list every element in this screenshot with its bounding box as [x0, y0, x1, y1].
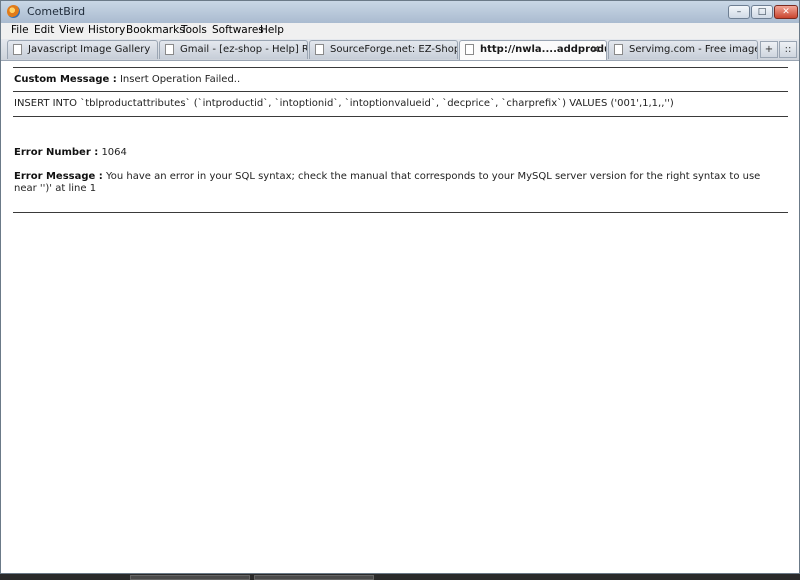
menu-bookmarks[interactable]: Bookmarks [126, 24, 185, 36]
error-message-line: Error Message : You have an error in you… [14, 171, 784, 195]
tab-label: SourceForge.net: EZ-Shop (O... [330, 44, 458, 55]
menu-help[interactable]: Help [260, 24, 284, 36]
maximize-button[interactable]: □ [751, 5, 773, 19]
taskbar-button[interactable] [254, 575, 374, 580]
tab-addproduct-active[interactable]: http://nwla....addproduct ✕ [459, 40, 607, 60]
divider [13, 91, 788, 92]
menu-tools[interactable]: Tools [181, 24, 207, 36]
browser-window: CometBird – □ ✕ File Edit View History B… [0, 0, 800, 574]
divider [13, 212, 788, 213]
menu-file[interactable]: File [11, 24, 29, 36]
error-number-label: Error Number : [14, 147, 99, 158]
list-all-tabs-button[interactable]: :: [779, 41, 797, 58]
page-icon [465, 44, 474, 55]
error-number-line: Error Number : 1064 [14, 147, 127, 158]
custom-message-value: Insert Operation Failed.. [119, 74, 241, 85]
tab-label: Javascript Image Gallery [28, 44, 151, 55]
custom-message-label: Custom Message : [14, 74, 117, 85]
page-content: Custom Message : Insert Operation Failed… [1, 61, 799, 573]
taskbar-button[interactable] [130, 575, 250, 580]
error-message-label: Error Message : [14, 171, 103, 182]
page-icon [13, 44, 22, 55]
tab-bar: Javascript Image Gallery Gmail - [ez-sho… [1, 39, 799, 61]
menu-bar: File Edit View History Bookmarks Tools S… [1, 23, 799, 39]
tab-label: http://nwla....addproduct [480, 44, 606, 55]
sql-query: INSERT INTO `tblproductattributes` (`int… [14, 98, 674, 109]
tab-servimg[interactable]: Servimg.com - Free image h... [608, 40, 758, 59]
close-window-button[interactable]: ✕ [774, 5, 798, 19]
minimize-button[interactable]: – [728, 5, 750, 19]
window-title: CometBird [27, 5, 86, 18]
tab-javascript-image-gallery[interactable]: Javascript Image Gallery [7, 40, 158, 59]
menu-history[interactable]: History [88, 24, 125, 36]
tab-label: Gmail - [ez-shop - Help] RE: ... [180, 44, 307, 55]
error-message-value: You have an error in your SQL syntax; ch… [14, 171, 761, 194]
tab-gmail[interactable]: Gmail - [ez-shop - Help] RE: ... [159, 40, 308, 59]
tab-label: Servimg.com - Free image h... [629, 44, 758, 55]
new-tab-button[interactable]: + [760, 41, 778, 58]
taskbar [0, 574, 800, 580]
title-bar: CometBird – □ ✕ [1, 1, 799, 24]
divider [13, 116, 788, 117]
error-number-value: 1064 [101, 147, 127, 158]
page-icon [614, 44, 623, 55]
menu-edit[interactable]: Edit [34, 24, 54, 36]
page-icon [315, 44, 324, 55]
custom-message-line: Custom Message : Insert Operation Failed… [14, 74, 240, 85]
cometbird-logo-icon [7, 5, 20, 18]
menu-softwares[interactable]: Softwares [212, 24, 264, 36]
close-tab-icon[interactable]: ✕ [591, 43, 600, 56]
divider [13, 67, 788, 68]
page-icon [165, 44, 174, 55]
menu-view[interactable]: View [59, 24, 84, 36]
tab-sourceforge[interactable]: SourceForge.net: EZ-Shop (O... [309, 40, 458, 59]
